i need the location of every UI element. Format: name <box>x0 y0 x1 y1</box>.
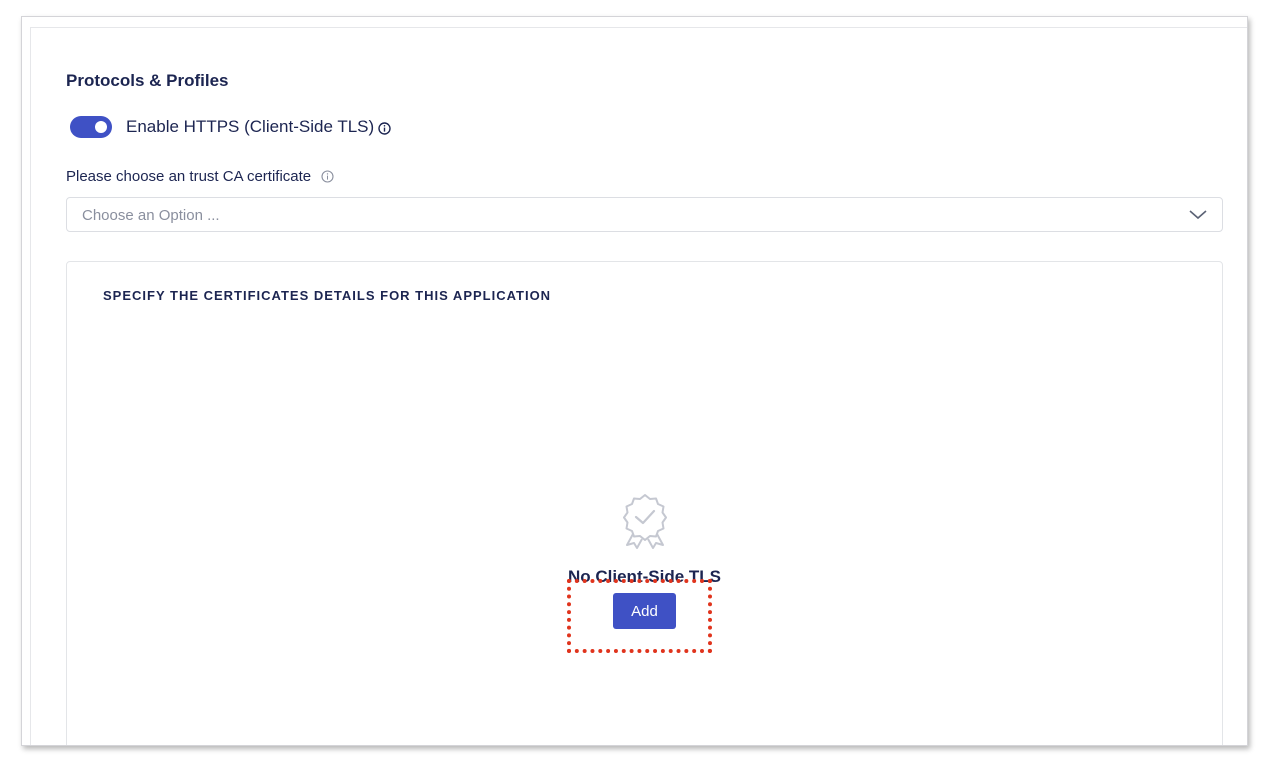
settings-window: Protocols & Profiles Enable HTTPS (Clien… <box>21 16 1248 746</box>
certificates-heading: SPECIFY THE CERTIFICATES DETAILS FOR THI… <box>103 288 552 303</box>
chevron-down-icon <box>1188 208 1208 226</box>
info-icon[interactable] <box>378 122 391 135</box>
add-button[interactable]: Add <box>613 593 676 629</box>
https-toggle-row: Enable HTTPS (Client-Side TLS) <box>70 116 391 138</box>
panel-top-edge <box>30 27 1247 28</box>
empty-state-text: No Client-Side TLS <box>568 567 721 586</box>
certificates-panel: SPECIFY THE CERTIFICATES DETAILS FOR THI… <box>66 261 1223 745</box>
https-toggle[interactable] <box>70 116 112 138</box>
toggle-knob <box>95 121 107 133</box>
select-placeholder: Choose an Option ... <box>82 207 220 224</box>
trust-ca-label: Please choose an trust CA certificate <box>66 168 312 185</box>
certificate-badge-icon <box>616 492 674 555</box>
trust-ca-label-row: Please choose an trust CA certificate <box>66 168 334 185</box>
section-title: Protocols & Profiles <box>66 71 229 90</box>
empty-state: No Client-Side TLS Add <box>67 492 1222 629</box>
https-toggle-label: Enable HTTPS (Client-Side TLS) <box>126 117 375 136</box>
info-icon[interactable] <box>321 170 334 183</box>
trust-ca-select[interactable]: Choose an Option ... <box>66 197 1223 232</box>
panel-left-edge <box>30 27 31 745</box>
